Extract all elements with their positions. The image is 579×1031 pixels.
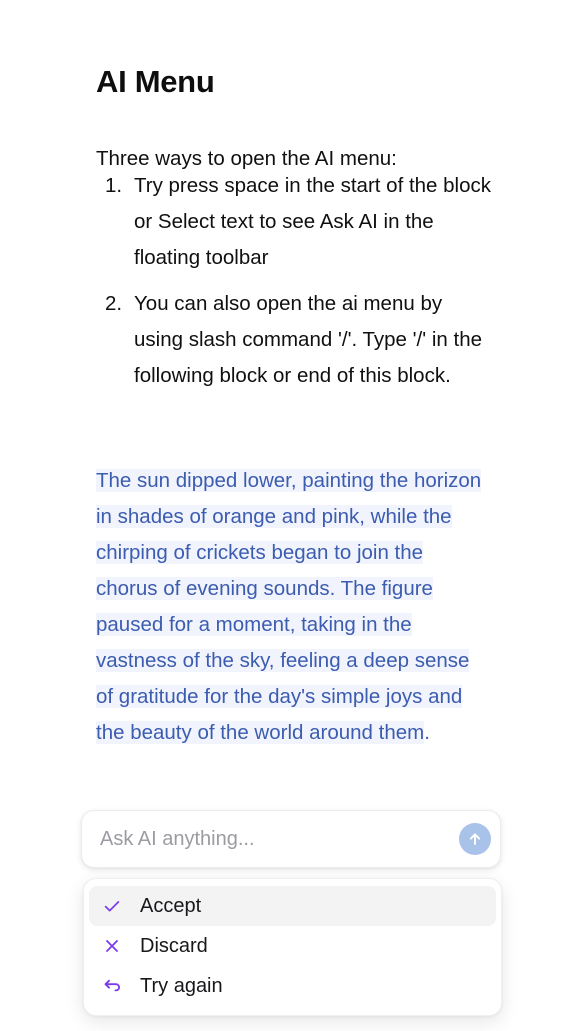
ask-ai-input[interactable] [100, 827, 459, 851]
check-icon [101, 895, 123, 917]
list-item-marker: 1. [105, 174, 123, 197]
list-item-text: Try press space in the start of the bloc… [134, 174, 492, 269]
menu-item-label: Discard [140, 935, 208, 957]
menu-item-try-again[interactable]: Try again [89, 966, 496, 1006]
arrow-up-icon [466, 830, 484, 848]
send-button[interactable] [459, 823, 491, 855]
ask-ai-bar[interactable] [81, 810, 501, 868]
ai-generated-paragraph: The sun dipped lower, painting the horiz… [96, 463, 488, 751]
ai-action-menu: Accept Discard Try again [83, 878, 502, 1016]
instructions-list: 1. Try press space in the start of the b… [96, 168, 496, 394]
page-root: AI Menu Three ways to open the AI menu: … [0, 0, 579, 1031]
ai-paragraph-trailing-text: . [424, 720, 430, 744]
close-x-icon [101, 935, 123, 957]
list-item: 1. Try press space in the start of the b… [96, 168, 496, 276]
menu-item-label: Try again [140, 975, 223, 997]
ai-paragraph-highlighted-text: The sun dipped lower, painting the horiz… [96, 468, 482, 744]
menu-item-discard[interactable]: Discard [89, 926, 496, 966]
list-item: 2. You can also open the ai menu by usin… [96, 286, 496, 394]
menu-item-accept[interactable]: Accept [89, 886, 496, 926]
undo-arrow-icon [101, 975, 123, 997]
list-item-marker: 2. [105, 292, 123, 315]
page-title: AI Menu [96, 64, 215, 99]
list-item-text: You can also open the ai menu by using s… [134, 292, 483, 387]
menu-item-label: Accept [140, 895, 202, 917]
